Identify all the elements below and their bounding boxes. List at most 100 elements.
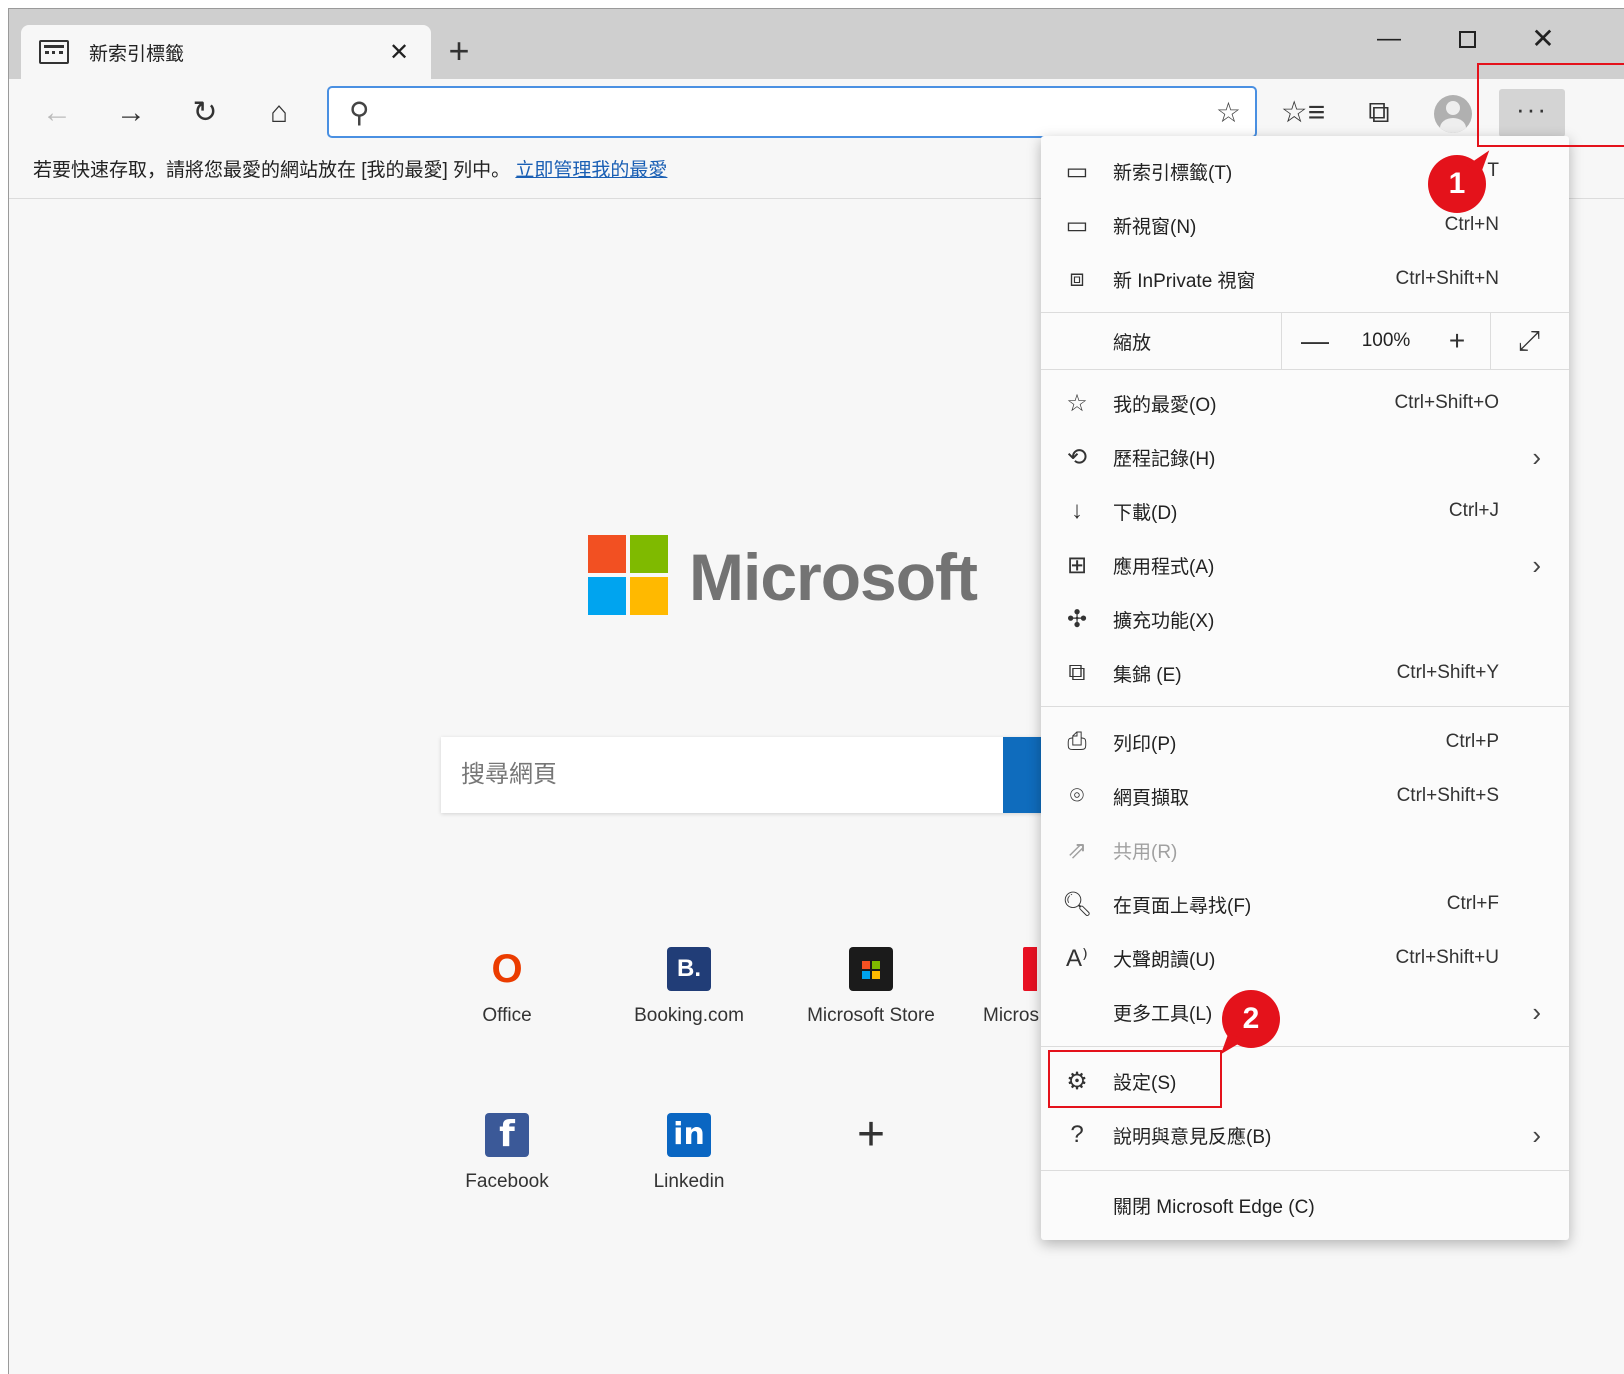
zoom-label: 縮放	[1113, 332, 1152, 354]
menu-item-label: 新視窗(N)	[1113, 216, 1197, 238]
quick-link-label: Facebook	[465, 1171, 549, 1192]
quick-link-label: Linkedin	[653, 1171, 725, 1192]
menu-item-share: ⇗ 共用(R)	[1041, 823, 1569, 877]
office-icon: O	[491, 947, 523, 991]
menu-item-shortcut: Ctrl+N	[1444, 214, 1499, 235]
inprivate-window-icon: ⧈	[1069, 265, 1085, 292]
menu-item-label: 新 InPrivate 視窗	[1113, 270, 1256, 292]
address-bar[interactable]: ⚲ ☆	[327, 86, 1257, 138]
collections-icon: ⧉	[1068, 659, 1086, 686]
read-aloud-icon: A⁾	[1066, 944, 1088, 972]
help-icon: ?	[1070, 1121, 1084, 1148]
quick-link-facebook[interactable]: f Facebook	[417, 1113, 597, 1193]
close-icon[interactable]: ✕	[385, 38, 413, 67]
menu-item-print[interactable]: ⎙ 列印(P) Ctrl+P	[1041, 715, 1569, 769]
manage-favorites-link[interactable]: 立即管理我的最愛	[515, 160, 667, 181]
menu-item-new-tab[interactable]: ▭ 新索引標籤(T) T	[1041, 144, 1569, 198]
menu-item-label: 關閉 Microsoft Edge (C)	[1113, 1196, 1315, 1218]
menu-item-extensions[interactable]: ✣ 擴充功能(X)	[1041, 592, 1569, 646]
favorites-button[interactable]: ☆≡	[1279, 91, 1327, 135]
menu-item-downloads[interactable]: ↓ 下載(D) Ctrl+J	[1041, 484, 1569, 538]
zoom-level: 100%	[1361, 330, 1411, 351]
chevron-right-icon: ›	[1532, 549, 1541, 580]
menu-item-label: 我的最愛(O)	[1113, 394, 1217, 416]
menu-item-shortcut: Ctrl+F	[1446, 893, 1499, 914]
menu-item-label: 應用程式(A)	[1113, 556, 1215, 578]
microsoft-wordmark: Microsoft	[689, 540, 978, 614]
quick-link-office[interactable]: O Office	[417, 947, 597, 1027]
add-favorite-star-icon[interactable]: ☆	[1216, 96, 1241, 129]
quick-link-booking[interactable]: B. Booking.com	[599, 947, 779, 1027]
tab-new-tab[interactable]: 新索引標籤 ✕	[21, 25, 431, 79]
menu-item-web-capture[interactable]: ⌾ 網頁擷取 Ctrl+Shift+S	[1041, 769, 1569, 823]
menu-item-apps[interactable]: ⊞ 應用程式(A) ›	[1041, 538, 1569, 592]
profile-button[interactable]	[1429, 91, 1477, 135]
highlight-more-button	[1477, 63, 1624, 147]
menu-item-more-tools[interactable]: 更多工具(L) ›	[1041, 985, 1569, 1039]
collections-button[interactable]: ⧉	[1355, 91, 1403, 135]
menu-item-shortcut: Ctrl+Shift+Y	[1396, 662, 1499, 683]
menu-item-history[interactable]: ⟲ 歷程記錄(H) ›	[1041, 430, 1569, 484]
quick-link-label: Office	[482, 1005, 532, 1026]
tab-strip: 新索引標籤 ✕ + — ✕	[9, 9, 1624, 79]
menu-item-shortcut: Ctrl+P	[1445, 731, 1499, 752]
menu-item-new-inprivate[interactable]: ⧈ 新 InPrivate 視窗 Ctrl+Shift+N	[1041, 252, 1569, 306]
zoom-out-button[interactable]: —	[1282, 325, 1348, 357]
facebook-icon: f	[485, 1113, 529, 1157]
menu-item-collections[interactable]: ⧉ 集錦 (E) Ctrl+Shift+Y	[1041, 646, 1569, 700]
menu-item-help[interactable]: ? 說明與意見反應(B) ›	[1041, 1108, 1569, 1162]
menu-item-read-aloud[interactable]: A⁾ 大聲朗讀(U) Ctrl+Shift+U	[1041, 931, 1569, 985]
back-button[interactable]: ←	[33, 91, 81, 135]
chevron-right-icon: ›	[1532, 996, 1541, 1027]
window-close-button[interactable]: ✕	[1513, 19, 1573, 59]
avatar	[1434, 95, 1472, 134]
partial-tile-icon	[1023, 947, 1037, 991]
microsoft-logo-icon	[588, 535, 670, 617]
step-2-badge: 2	[1222, 990, 1280, 1048]
linkedin-icon: in	[667, 1113, 711, 1157]
menu-item-label: 集錦 (E)	[1113, 664, 1182, 686]
store-bag-icon	[849, 947, 893, 991]
menu-separator	[1041, 1170, 1569, 1171]
step-1-badge: 1	[1428, 155, 1486, 213]
zoom-in-button[interactable]: +	[1424, 325, 1490, 357]
menu-separator	[1041, 369, 1569, 370]
share-icon: ⇗	[1066, 836, 1088, 864]
menu-item-new-window[interactable]: ▭ 新視窗(N) Ctrl+N	[1041, 198, 1569, 252]
menu-separator	[1041, 706, 1569, 707]
forward-button[interactable]: →	[107, 91, 155, 135]
minimize-button[interactable]: —	[1359, 19, 1419, 59]
menu-item-favorites[interactable]: ☆ 我的最愛(O) Ctrl+Shift+O	[1041, 376, 1569, 430]
maximize-button[interactable]	[1437, 19, 1497, 59]
printer-icon: ⎙	[1067, 728, 1087, 755]
quick-link-microsoft-store[interactable]: Microsoft Store	[781, 947, 961, 1027]
history-icon: ⟲	[1066, 443, 1088, 471]
find-on-page-icon: 🔍︎	[1061, 890, 1093, 918]
fullscreen-button[interactable]: ⤢	[1491, 325, 1567, 358]
menu-item-find-on-page[interactable]: 🔍︎ 在頁面上尋找(F) Ctrl+F	[1041, 877, 1569, 931]
favorites-icon: ☆	[1066, 389, 1088, 417]
tab-title: 新索引標籤	[89, 43, 185, 65]
booking-icon: B.	[667, 947, 711, 991]
add-quick-link-button[interactable]: +	[781, 1111, 961, 1171]
menu-item-shortcut: Ctrl+Shift+O	[1394, 392, 1499, 413]
download-icon: ↓	[1071, 497, 1083, 524]
menu-item-label: 大聲朗讀(U)	[1113, 949, 1216, 971]
new-tab-button[interactable]: +	[439, 31, 479, 71]
menu-item-shortcut: Ctrl+Shift+S	[1396, 785, 1499, 806]
menu-item-label: 列印(P)	[1113, 733, 1177, 755]
new-tab-icon: ▭	[1065, 157, 1089, 185]
chevron-right-icon: ›	[1532, 441, 1541, 472]
web-search-input[interactable]	[441, 737, 1001, 813]
apps-icon: ⊞	[1066, 551, 1088, 579]
web-capture-icon: ⌾	[1069, 782, 1085, 809]
menu-separator	[1041, 1046, 1569, 1047]
home-button[interactable]: ⌂	[255, 91, 303, 135]
menu-item-label: 說明與意見反應(B)	[1113, 1126, 1272, 1148]
menu-item-close-edge[interactable]: 關閉 Microsoft Edge (C)	[1041, 1178, 1569, 1232]
quick-link-linkedin[interactable]: in Linkedin	[599, 1113, 779, 1193]
menu-item-label: 新索引標籤(T)	[1113, 162, 1233, 184]
reload-button[interactable]: ↻	[181, 91, 229, 135]
window-icon: ▭	[1065, 211, 1089, 239]
extensions-puzzle-icon: ✣	[1066, 605, 1088, 633]
